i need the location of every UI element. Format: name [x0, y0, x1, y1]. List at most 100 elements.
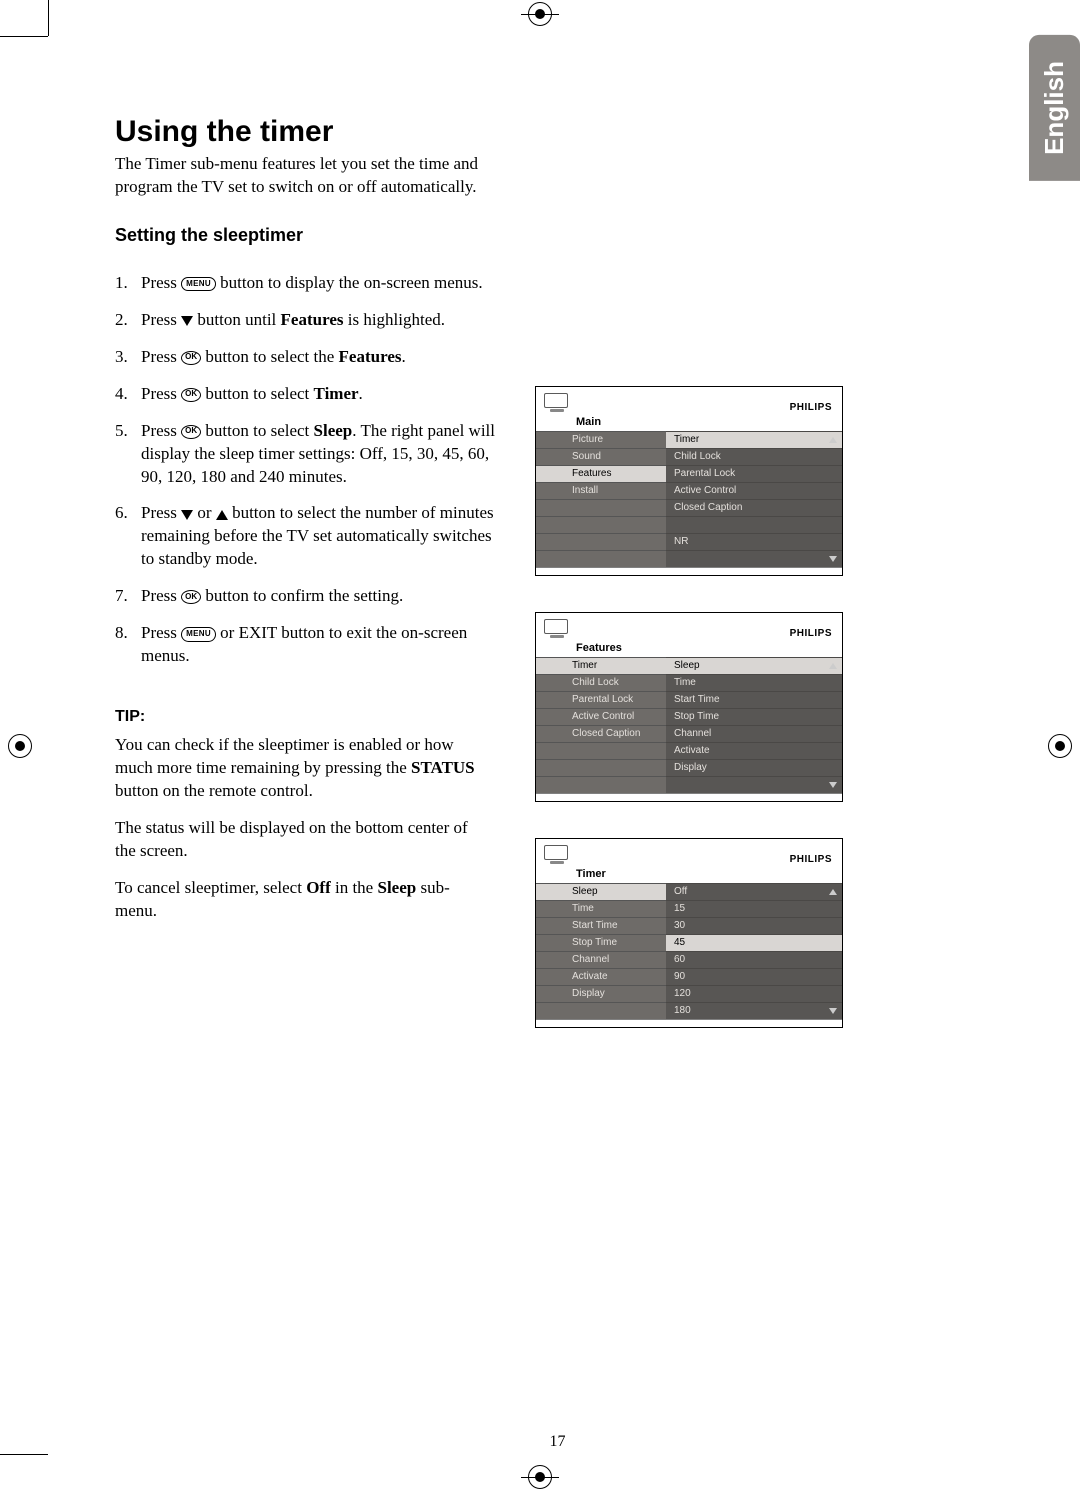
crop-mark: [0, 36, 48, 37]
osd-right-cell: 30: [666, 917, 824, 934]
osd-left-cell: Picture: [536, 431, 666, 448]
crop-mark: [48, 0, 49, 36]
tip-paragraph: To cancel sleeptimer, select Off in the …: [115, 877, 490, 923]
osd-row: Closed Caption: [536, 499, 842, 516]
osd-timer-menu: PHILIPSTimerSleepOffTime15Start Time30St…: [535, 838, 843, 1028]
osd-right-cell: Display: [666, 759, 824, 776]
osd-right-cell: 60: [666, 951, 824, 968]
osd-title: Main: [536, 415, 842, 431]
osd-row: Activate: [536, 742, 842, 759]
osd-row: FeaturesParental Lock: [536, 465, 842, 482]
scroll-up-icon: [829, 889, 837, 895]
menu-button-icon: MENU: [181, 627, 216, 642]
osd-right-cell: Stop Time: [666, 708, 824, 725]
osd-row: NR: [536, 533, 842, 550]
scroll-down-icon: [829, 782, 837, 788]
menu-button-icon: MENU: [181, 277, 216, 292]
osd-left-cell: Time: [536, 900, 666, 917]
osd-left-cell: Child Lock: [536, 674, 666, 691]
osd-left-cell: [536, 533, 666, 550]
osd-row: Stop Time45: [536, 934, 842, 951]
osd-row: Parental LockStart Time: [536, 691, 842, 708]
brand-logo: PHILIPS: [790, 402, 832, 413]
registration-mark-right: [1048, 734, 1072, 758]
osd-right-cell: Child Lock: [666, 448, 824, 465]
osd-left-cell: Channel: [536, 951, 666, 968]
osd-left-cell: Display: [536, 985, 666, 1002]
language-tab: English: [1029, 35, 1080, 181]
osd-left-cell: Active Control: [536, 708, 666, 725]
tip-paragraph: You can check if the sleeptimer is enabl…: [115, 734, 490, 803]
registration-mark-top: [528, 2, 552, 26]
step-4: Press OK button to select Timer.: [115, 383, 495, 406]
scroll-up-icon: [829, 663, 837, 669]
osd-right-cell: [666, 776, 824, 793]
step-6: Press or button to select the number of …: [115, 502, 495, 571]
osd-right-cell: Off: [666, 883, 824, 900]
osd-right-cell: 45: [666, 934, 824, 951]
osd-row: TimerSleep: [536, 657, 842, 674]
osd-right-cell: Parental Lock: [666, 465, 824, 482]
osd-right-cell: 15: [666, 900, 824, 917]
step-7: Press OK button to confirm the setting.: [115, 585, 495, 608]
ok-button-icon: OK: [181, 590, 201, 604]
tip-paragraph: The status will be displayed on the bott…: [115, 817, 490, 863]
page-title: Using the timer: [115, 115, 1000, 149]
osd-right-cell: 90: [666, 968, 824, 985]
osd-left-cell: [536, 499, 666, 516]
ok-button-icon: OK: [181, 425, 201, 439]
registration-mark-bottom: [528, 1465, 552, 1489]
osd-left-cell: [536, 759, 666, 776]
osd-right-cell: Timer: [666, 431, 824, 448]
scroll-down-icon: [829, 556, 837, 562]
osd-row: Activate90: [536, 968, 842, 985]
step-8: Press MENU or EXIT button to exit the on…: [115, 622, 495, 668]
osd-row: 180: [536, 1002, 842, 1019]
osd-row: SoundChild Lock: [536, 448, 842, 465]
osd-left-cell: [536, 742, 666, 759]
step-1: Press MENU button to display the on-scre…: [115, 272, 495, 295]
osd-row: [536, 550, 842, 567]
osd-row: Channel60: [536, 951, 842, 968]
osd-left-cell: Features: [536, 465, 666, 482]
osd-left-cell: [536, 516, 666, 533]
osd-right-cell: Time: [666, 674, 824, 691]
step-3: Press OK button to select the Features.: [115, 346, 495, 369]
down-arrow-icon: [181, 510, 193, 520]
step-2: Press button until Features is highlight…: [115, 309, 495, 332]
tip-label: TIP:: [115, 708, 495, 726]
osd-row: Time15: [536, 900, 842, 917]
osd-right-cell: 120: [666, 985, 824, 1002]
down-arrow-icon: [181, 316, 193, 326]
tv-icon: [544, 393, 570, 413]
osd-right-cell: Channel: [666, 725, 824, 742]
osd-left-cell: Stop Time: [536, 934, 666, 951]
osd-left-cell: Parental Lock: [536, 691, 666, 708]
osd-row: InstallActive Control: [536, 482, 842, 499]
osd-row: Start Time30: [536, 917, 842, 934]
osd-right-cell: [666, 516, 824, 533]
tv-icon: [544, 619, 570, 639]
crop-mark: [0, 1454, 48, 1455]
osd-row: Closed CaptionChannel: [536, 725, 842, 742]
section-heading: Setting the sleeptimer: [115, 225, 495, 246]
osd-left-cell: [536, 550, 666, 567]
osd-row: PictureTimer: [536, 431, 842, 448]
osd-title: Features: [536, 641, 842, 657]
osd-right-cell: Active Control: [666, 482, 824, 499]
osd-row: Display: [536, 759, 842, 776]
osd-right-cell: Activate: [666, 742, 824, 759]
osd-left-cell: Timer: [536, 657, 666, 674]
tv-icon: [544, 845, 570, 865]
osd-left-cell: Closed Caption: [536, 725, 666, 742]
osd-row: Display120: [536, 985, 842, 1002]
osd-left-cell: Sound: [536, 448, 666, 465]
osd-right-cell: Start Time: [666, 691, 824, 708]
steps-list: Press MENU button to display the on-scre…: [115, 272, 495, 668]
osd-right-cell: [666, 550, 824, 567]
page-number: 17: [115, 1433, 1000, 1451]
osd-row: [536, 516, 842, 533]
osd-left-cell: Start Time: [536, 917, 666, 934]
osd-right-cell: Sleep: [666, 657, 824, 674]
osd-title: Timer: [536, 867, 842, 883]
